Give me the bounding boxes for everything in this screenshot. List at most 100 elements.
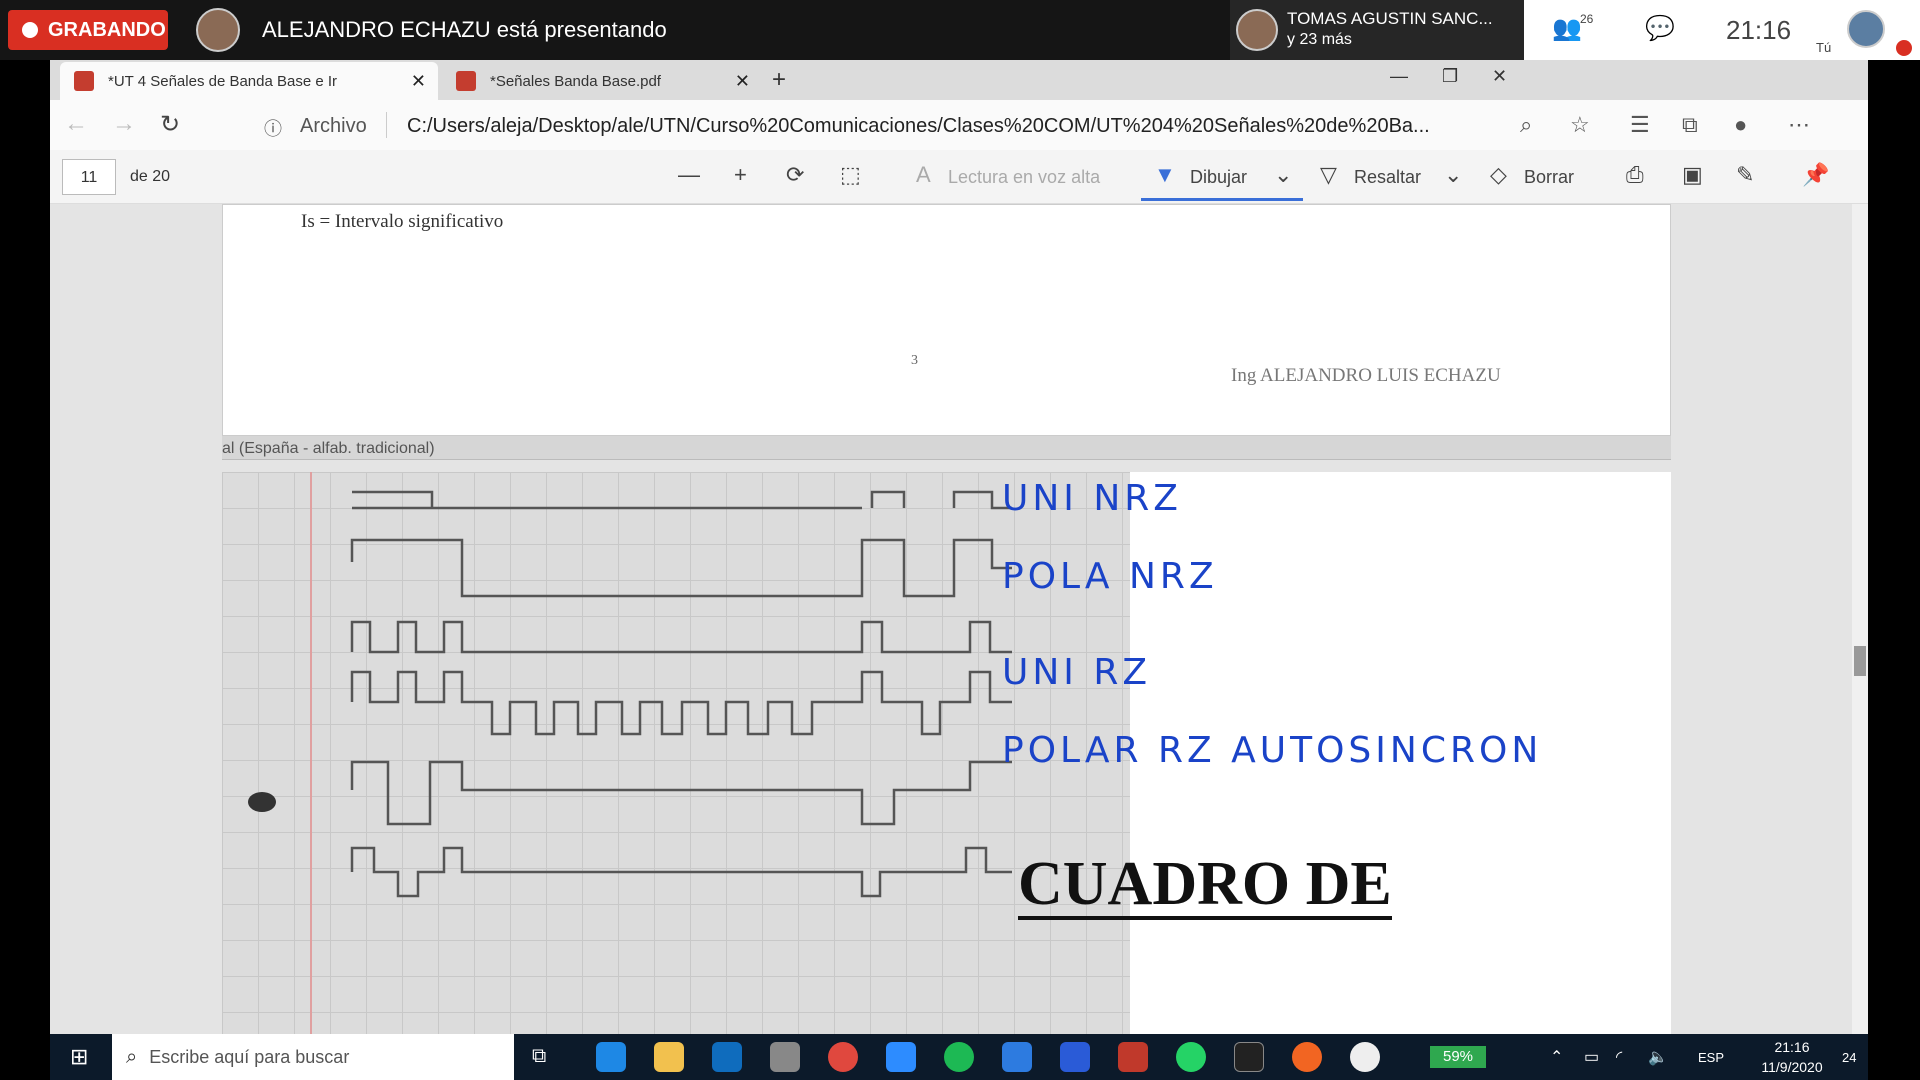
search-icon: ⌕ <box>126 1045 138 1068</box>
language-indicator[interactable]: ESP <box>1698 1050 1724 1065</box>
annotation-uni-nrz: UNI NRZ <box>1002 478 1182 519</box>
new-tab-button[interactable]: + <box>772 66 786 94</box>
page-number-input[interactable]: 11 <box>62 159 116 195</box>
file-explorer-icon[interactable] <box>654 1042 684 1072</box>
page-number-label: 3 <box>911 353 918 368</box>
firefox-icon[interactable] <box>1292 1042 1322 1072</box>
forward-arrow-icon[interactable]: → <box>112 110 136 138</box>
save-as-icon[interactable]: ✎ <box>1736 162 1754 188</box>
more-menu-icon[interactable]: ⋯ <box>1788 112 1810 138</box>
read-aloud-icon[interactable]: A <box>916 162 931 188</box>
pdf-viewport[interactable]: Is = Intervalo significativo 3 Ing ALEJA… <box>50 204 1868 1034</box>
back-arrow-icon[interactable]: ← <box>64 110 88 138</box>
pdf-toolbar: 11 de 20 — + ⟳ ⬚ A Lectura en voz alta ▼… <box>50 150 1868 204</box>
search-placeholder: Escribe aquí para buscar <box>149 1046 350 1067</box>
app-icon[interactable] <box>770 1042 800 1072</box>
is-definition: Is = Intervalo significativo <box>301 211 504 232</box>
people-count: 26 <box>1580 12 1594 26</box>
browser-window: *UT 4 Señales de Banda Base e Ir ✕ *Señal… <box>50 60 1868 1034</box>
outlook-icon[interactable] <box>712 1042 742 1072</box>
participant-name: TOMAS AGUSTIN SANC... <box>1287 9 1493 28</box>
maximize-button[interactable]: ❐ <box>1442 66 1458 87</box>
self-avatar[interactable] <box>1847 10 1885 48</box>
rotate-icon[interactable]: ⟳ <box>786 162 804 188</box>
chat-icon[interactable]: 💬 <box>1645 14 1675 43</box>
chevron-down-icon[interactable]: ⌄ <box>1444 162 1462 188</box>
scrollbar-thumb[interactable] <box>1854 646 1866 676</box>
filezilla-icon[interactable] <box>1118 1042 1148 1072</box>
zoom-icon[interactable]: ⌕ <box>1520 112 1532 138</box>
participant-more: y 23 más <box>1287 31 1352 48</box>
chevron-up-icon[interactable]: ⌃ <box>1550 1047 1563 1067</box>
close-tab-icon[interactable]: ✕ <box>411 71 426 92</box>
pdf-page-bottom: UNI NRZ POLA NRZ UNI RZ POLAR RZ AUTOSIN… <box>222 472 1671 1034</box>
erase-button[interactable]: Borrar <box>1524 167 1574 188</box>
eraser-icon[interactable]: ◇ <box>1490 162 1507 188</box>
collections-icon[interactable]: ⧉ <box>1682 112 1698 138</box>
zoom-app-icon[interactable] <box>886 1042 916 1072</box>
taskbar-time[interactable]: 21:16 <box>1750 1039 1834 1055</box>
favorite-star-icon[interactable]: ☆ <box>1570 112 1590 138</box>
tab-strip: *UT 4 Señales de Banda Base e Ir ✕ *Señal… <box>50 60 1868 100</box>
fit-page-icon[interactable]: ⬚ <box>840 162 861 188</box>
strip-text: al (España - alfab. tradicional) <box>222 440 435 457</box>
terminal-icon[interactable] <box>1234 1042 1264 1072</box>
presenter-avatar <box>196 8 240 52</box>
meeting-clock: 21:16 <box>1726 15 1792 45</box>
highlight-icon[interactable]: ▽ <box>1320 162 1337 188</box>
notifications-count[interactable]: 24 <box>1842 1050 1856 1065</box>
draw-pen-icon[interactable]: ▼ <box>1154 162 1176 188</box>
close-tab-icon[interactable]: ✕ <box>735 71 750 92</box>
pdf-icon <box>74 71 94 91</box>
record-dot-icon <box>22 22 38 38</box>
chevron-down-icon[interactable]: ⌄ <box>1274 162 1292 188</box>
task-view-icon[interactable]: ⧉ <box>532 1045 546 1068</box>
l-app-icon[interactable] <box>1002 1042 1032 1072</box>
print-icon[interactable]: ⎙ <box>1626 162 1644 188</box>
minimize-button[interactable]: — <box>1390 66 1408 87</box>
whatsapp-icon[interactable] <box>1176 1042 1206 1072</box>
cuadro-heading: CUADRO DE <box>1018 850 1392 920</box>
chrome-icon[interactable] <box>828 1042 858 1072</box>
pin-icon[interactable]: 📌 <box>1802 162 1829 188</box>
network-icon[interactable]: ▭ <box>1584 1047 1599 1067</box>
highlight-button[interactable]: Resaltar <box>1354 167 1421 188</box>
page-count: de 20 <box>130 168 171 185</box>
waveform-drawings <box>248 490 1012 898</box>
vertical-scrollbar[interactable] <box>1852 204 1868 1034</box>
profile-icon[interactable]: ● <box>1734 112 1747 138</box>
pdf-icon <box>456 71 476 91</box>
favorites-icon[interactable]: ☰ <box>1630 112 1650 138</box>
url-field[interactable]: C:/Users/aleja/Desktop/ale/UTN/Curso%20C… <box>407 115 1527 138</box>
read-aloud-button[interactable]: Lectura en voz alta <box>948 167 1100 188</box>
mail-icon[interactable] <box>1060 1042 1090 1072</box>
annotation-polar-rz: POLAR RZ AUTOSINCRON <box>1002 730 1543 771</box>
close-window-button[interactable]: ✕ <box>1492 66 1507 87</box>
save-icon[interactable]: ▣ <box>1682 162 1703 188</box>
reload-icon[interactable]: ↻ <box>160 110 180 139</box>
tab-ut4[interactable]: *UT 4 Señales de Banda Base e Ir ✕ <box>60 62 438 100</box>
recording-indicator: GRABANDO <box>8 10 168 50</box>
battery-indicator[interactable]: 59% <box>1430 1046 1486 1068</box>
participant-avatar <box>1236 9 1278 51</box>
presenter-text: ALEJANDRO ECHAZU está presentando <box>262 17 667 42</box>
info-icon[interactable]: ⓘ <box>264 115 282 141</box>
wifi-icon[interactable]: ◜ <box>1616 1047 1622 1067</box>
windows-start-icon[interactable]: ⊞ <box>70 1044 88 1070</box>
archivo-label: Archivo <box>300 115 367 137</box>
zoom-in-icon[interactable]: + <box>734 162 747 188</box>
draw-button[interactable]: Dibujar <box>1190 167 1247 188</box>
taskbar-date[interactable]: 11/9/2020 <box>1750 1059 1834 1075</box>
tab-label: *UT 4 Señales de Banda Base e Ir <box>108 72 338 90</box>
edge-icon[interactable] <box>596 1042 626 1072</box>
tab-senales[interactable]: *Señales Banda Base.pdf ✕ <box>442 62 762 100</box>
zoom-out-icon[interactable]: — <box>678 162 700 188</box>
author-footer: Ing ALEJANDRO LUIS ECHAZU <box>1231 365 1501 386</box>
volume-icon[interactable]: 🔈 <box>1648 1047 1668 1067</box>
spotify-icon[interactable] <box>944 1042 974 1072</box>
pdf-page-top: Is = Intervalo significativo 3 Ing ALEJA… <box>222 204 1671 436</box>
self-label: Tú <box>1816 40 1832 55</box>
app-icon-2[interactable] <box>1350 1042 1380 1072</box>
people-icon[interactable]: 👥 <box>1552 14 1582 43</box>
taskbar-search[interactable]: ⌕ Escribe aquí para buscar <box>112 1034 514 1080</box>
